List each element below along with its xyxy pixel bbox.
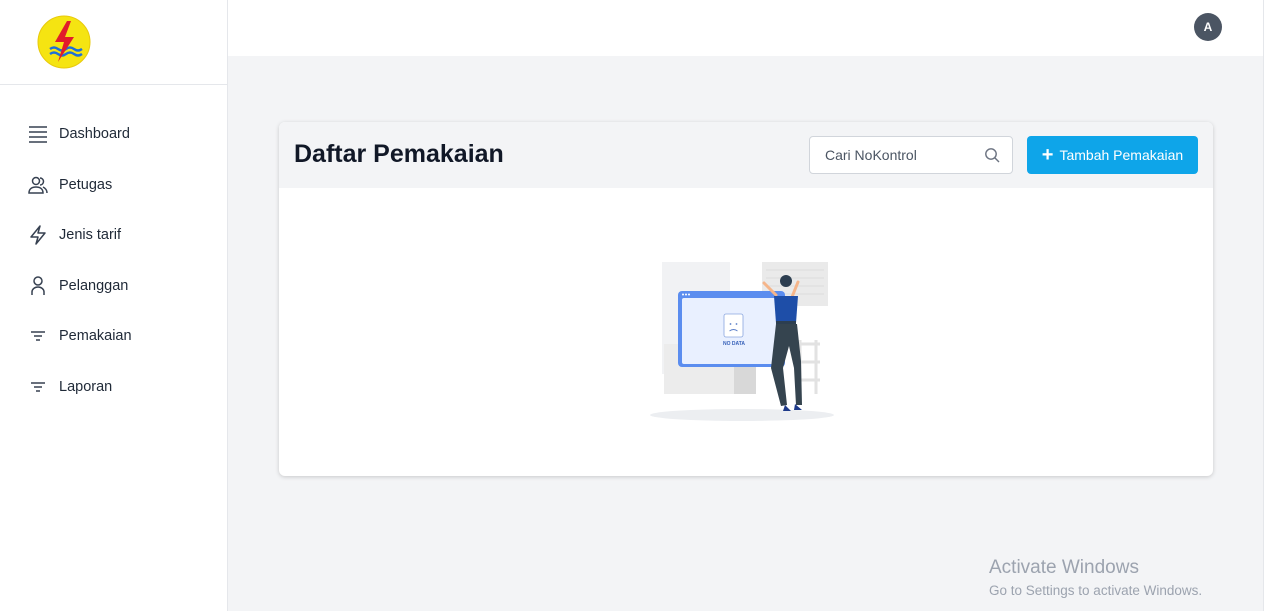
sidebar-item-label: Dashboard: [59, 126, 130, 143]
sidebar-nav: Dashboard Petugas Jenis tarif Pelanggan …: [0, 85, 227, 412]
lightning-icon: [27, 224, 49, 246]
sidebar-item-pelanggan[interactable]: Pelanggan: [0, 261, 227, 312]
sidebar-item-label: Laporan: [59, 378, 113, 395]
sidebar-item-label: Jenis tarif: [59, 227, 122, 244]
sidebar-item-label: Pelanggan: [59, 277, 129, 294]
no-data-text: NO DATA: [723, 341, 745, 347]
search-icon[interactable]: [984, 147, 1000, 163]
filter-icon: [27, 376, 49, 398]
search-box: [809, 136, 1013, 174]
menu-lines-icon: [27, 123, 49, 145]
page-title: Daftar Pemakaian: [294, 140, 504, 168]
sidebar-item-laporan[interactable]: Laporan: [0, 362, 227, 413]
add-pemakaian-button[interactable]: + Tambah Pemakaian: [1027, 136, 1198, 174]
avatar[interactable]: A: [1194, 13, 1222, 41]
sidebar-item-pemakaian[interactable]: Pemakaian: [0, 311, 227, 362]
pemakaian-card: Daftar Pemakaian + Tambah Pemakaian NO D…: [279, 122, 1213, 476]
empty-state-illustration: NO DATA: [650, 262, 834, 421]
sidebar-item-dashboard[interactable]: Dashboard: [0, 109, 227, 160]
card-header: Daftar Pemakaian + Tambah Pemakaian: [279, 122, 1213, 188]
user-icon: [27, 275, 49, 297]
watermark-subtitle: Go to Settings to activate Windows.: [989, 583, 1203, 598]
scrollbar-track[interactable]: [1263, 0, 1267, 611]
plus-icon: +: [1041, 144, 1054, 166]
add-button-label: Tambah Pemakaian: [1059, 147, 1184, 163]
watermark-title: Activate Windows: [989, 557, 1139, 578]
company-logo[interactable]: [37, 15, 91, 69]
search-input[interactable]: [810, 137, 970, 173]
sidebar: Dashboard Petugas Jenis tarif Pelanggan …: [0, 0, 228, 611]
windows-activation-watermark: Activate Windows Go to Settings to activ…: [989, 557, 1202, 598]
sidebar-item-jenis-tarif[interactable]: Jenis tarif: [0, 210, 227, 261]
filter-icon: [27, 325, 49, 347]
users-icon: [27, 174, 49, 196]
top-bar: A: [228, 0, 1263, 56]
sidebar-item-label: Petugas: [59, 176, 113, 193]
sidebar-item-label: Pemakaian: [59, 328, 132, 345]
logo-area: [0, 0, 227, 85]
sidebar-item-petugas[interactable]: Petugas: [0, 160, 227, 211]
